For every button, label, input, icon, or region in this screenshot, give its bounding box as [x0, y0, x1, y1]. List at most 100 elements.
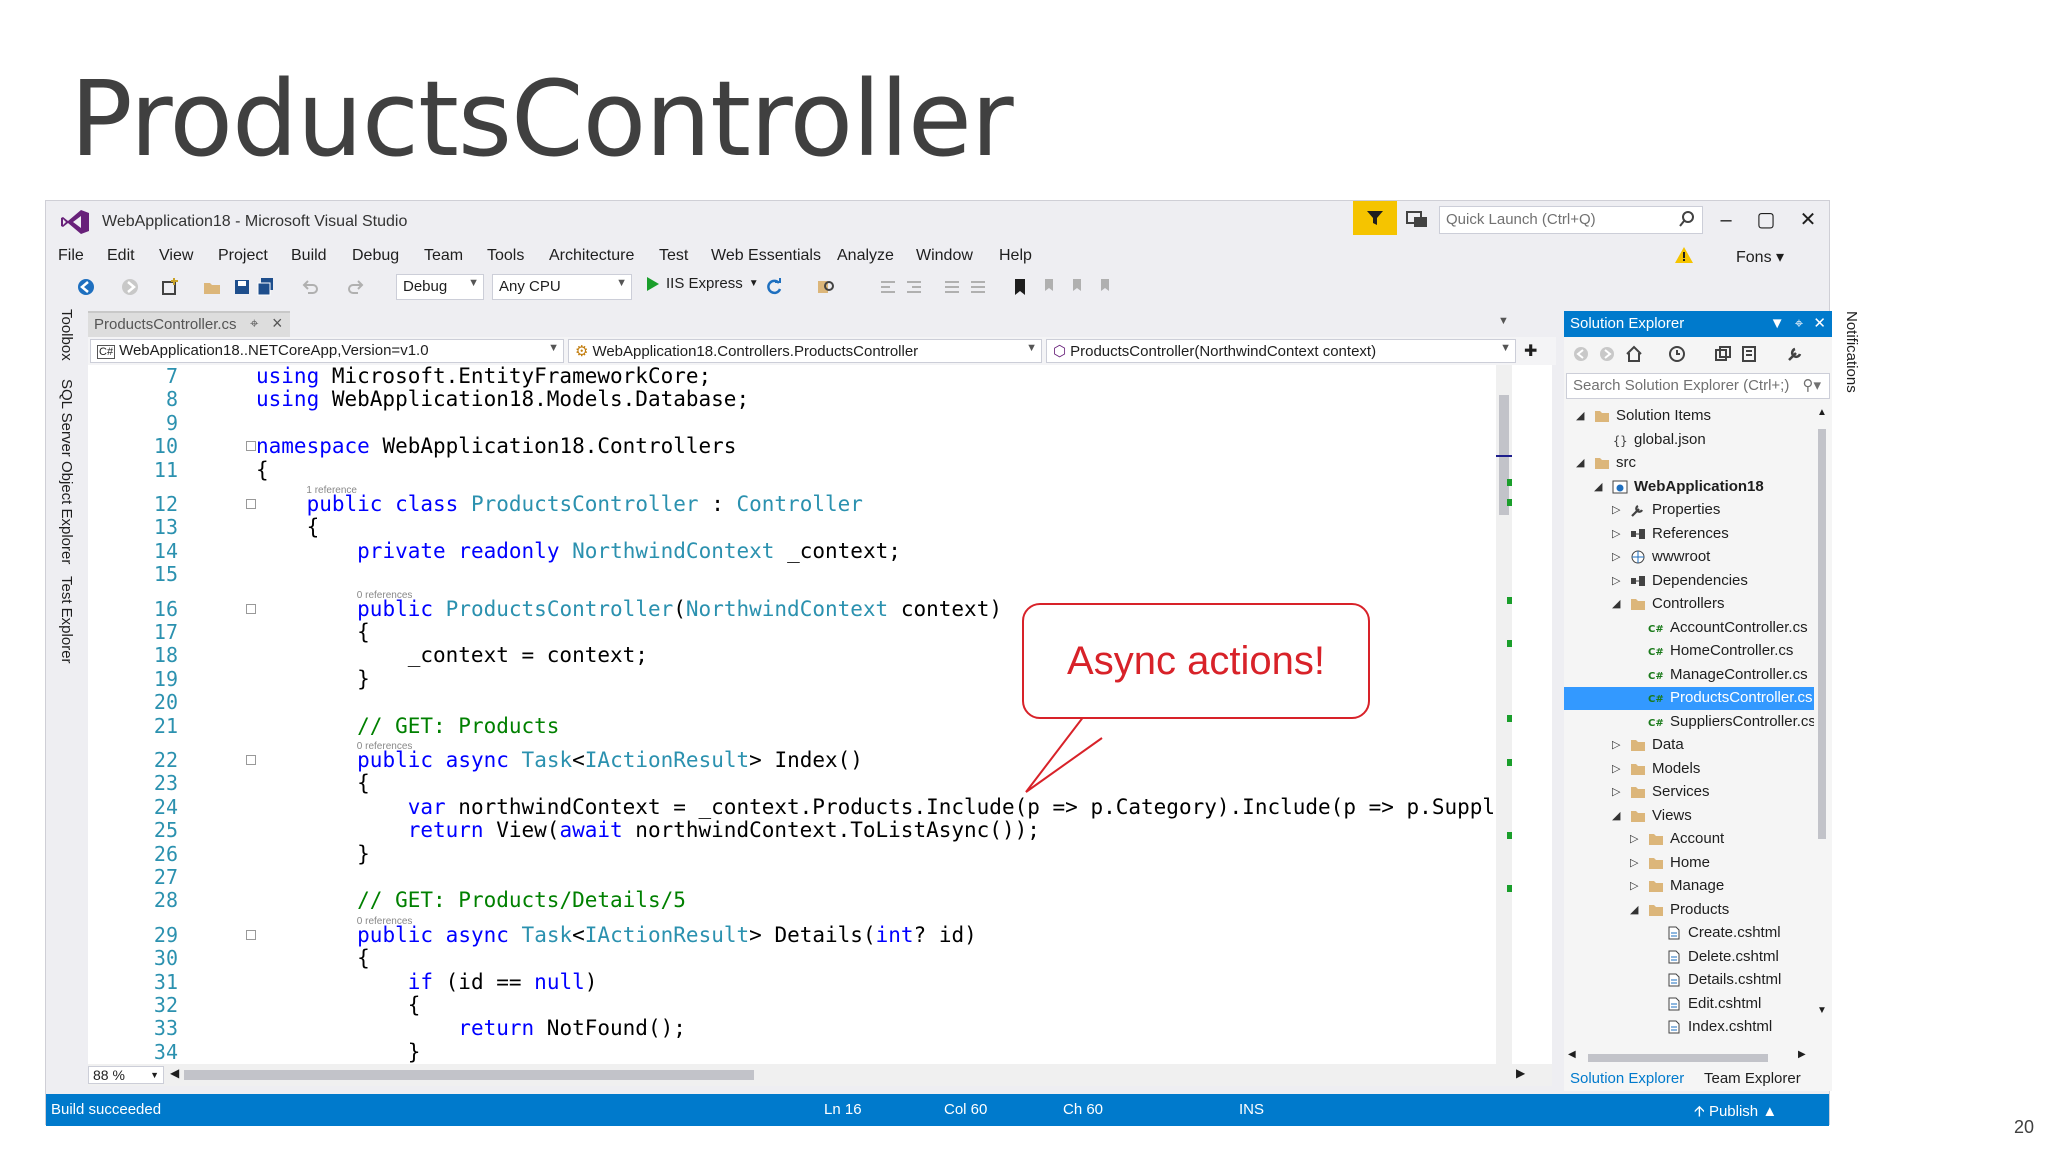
send-feedback-icon[interactable] [1404, 207, 1430, 231]
close-tab-icon[interactable]: × [272, 313, 283, 334]
project-context-select[interactable]: C# WebApplication18..NETCoreApp,Version=v… [90, 339, 564, 363]
comment-icon[interactable] [942, 277, 962, 297]
collapse-arrow-icon[interactable]: ◢ [1612, 597, 1620, 610]
tree-item[interactable]: ◢ Products [1564, 899, 1814, 922]
start-debugging-button[interactable]: IIS Express ▼ [646, 275, 759, 292]
tree-item[interactable]: ◢ src [1564, 452, 1814, 475]
undo-icon[interactable] [300, 277, 320, 297]
menu-debug[interactable]: Debug [352, 247, 399, 265]
menu-edit[interactable]: Edit [107, 247, 135, 265]
scrollbar-thumb[interactable] [1588, 1054, 1768, 1062]
tree-item[interactable]: ▷ Models [1564, 758, 1814, 781]
user-account[interactable]: Fons ▾ [1736, 247, 1784, 267]
menu-tools[interactable]: Tools [487, 247, 524, 265]
navigate-back-icon[interactable] [76, 277, 96, 297]
menu-project[interactable]: Project [218, 247, 268, 265]
menu-team[interactable]: Team [424, 247, 463, 265]
tree-item[interactable]: Delete.cshtml [1564, 946, 1814, 969]
minimize-button[interactable]: – [1706, 205, 1746, 235]
split-window-button[interactable]: ✚ [1524, 341, 1537, 361]
tree-item[interactable]: ▷ Home [1564, 852, 1814, 875]
previous-bookmark-icon[interactable] [1038, 277, 1058, 297]
save-all-icon[interactable] [256, 277, 276, 297]
tree-item[interactable]: ▷ Services [1564, 781, 1814, 804]
menu-file[interactable]: File [58, 247, 84, 265]
notifications-tab[interactable]: Notifications [1843, 311, 1860, 393]
expand-arrow-icon[interactable]: ▷ [1612, 550, 1620, 563]
expand-arrow-icon[interactable]: ▷ [1612, 738, 1620, 751]
menu-build[interactable]: Build [291, 247, 327, 265]
menu-analyze[interactable]: Analyze [837, 247, 894, 265]
expand-arrow-icon[interactable]: ▷ [1612, 785, 1620, 798]
collapse-region-icon[interactable] [246, 755, 256, 765]
collapse-region-icon[interactable] [246, 929, 256, 940]
align-left-icon[interactable] [878, 277, 898, 297]
expand-arrow-icon[interactable]: ▷ [1612, 762, 1620, 775]
publish-button[interactable]: 🡩 Publish ▲ [1694, 1101, 1777, 1126]
tree-item[interactable]: Index.cshtml [1564, 1016, 1814, 1039]
tree-item[interactable]: C# SuppliersController.cs [1564, 711, 1814, 734]
history-icon[interactable] [1668, 345, 1686, 363]
sync-icon[interactable] [1714, 345, 1732, 363]
sql-server-object-explorer-tab[interactable]: SQL Server Object Explorer [58, 379, 75, 564]
tab-overflow-dropdown[interactable]: ▼ [1498, 315, 1509, 327]
tree-item[interactable]: Create.cshtml [1564, 922, 1814, 945]
tree-item[interactable]: ▷ Properties [1564, 499, 1814, 522]
align-right-icon[interactable] [904, 277, 924, 297]
tree-item[interactable]: C# ProductsController.cs [1564, 687, 1814, 710]
scroll-right-icon[interactable]: ▶ [1516, 1066, 1525, 1080]
forward-icon[interactable] [1598, 345, 1616, 363]
open-file-icon[interactable] [202, 277, 222, 297]
tree-item[interactable]: ▷ Manage [1564, 875, 1814, 898]
close-window-button[interactable]: ✕ [1788, 205, 1828, 235]
tree-item[interactable]: ▷ Account [1564, 828, 1814, 851]
editor-vertical-scrollbar[interactable] [1496, 365, 1512, 1064]
show-all-files-icon[interactable] [1740, 345, 1758, 363]
menu-view[interactable]: View [159, 247, 193, 265]
properties-wrench-icon[interactable] [1786, 345, 1804, 363]
save-icon[interactable] [232, 277, 252, 297]
tree-item[interactable]: ◢ WebApplication18 [1564, 476, 1814, 499]
solution-platform-select[interactable]: Any CPU ▼ [492, 274, 632, 300]
menu-help[interactable]: Help [999, 247, 1032, 265]
feedback-filter-button[interactable] [1353, 201, 1397, 235]
collapse-region-icon[interactable] [246, 441, 256, 452]
type-select[interactable]: ⚙ WebApplication18.Controllers.ProductsCo… [568, 339, 1042, 363]
tree-item[interactable]: Details.cshtml [1564, 969, 1814, 992]
solution-explorer-horizontal-scrollbar[interactable]: ◀ ▶ [1564, 1049, 1830, 1067]
expand-arrow-icon[interactable]: ▷ [1612, 503, 1620, 516]
clear-bookmarks-icon[interactable] [1094, 277, 1114, 297]
scroll-up-icon[interactable]: ▲ [1817, 407, 1827, 418]
tree-item[interactable]: ▷ Data [1564, 734, 1814, 757]
solution-explorer-search[interactable]: Search Solution Explorer (Ctrl+;) ⚲▾ [1566, 373, 1830, 399]
horizontal-scrollbar-thumb[interactable] [184, 1070, 754, 1080]
zoom-level-select[interactable]: 88 % ▼ [88, 1066, 164, 1084]
solution-configuration-select[interactable]: Debug ▼ [396, 274, 484, 300]
tree-item[interactable]: ▷ Dependencies [1564, 570, 1814, 593]
scroll-down-icon[interactable]: ▼ [1817, 1005, 1827, 1016]
tree-item[interactable]: ◢ Solution Items [1564, 405, 1814, 428]
member-select[interactable]: ⬡ ProductsController(NorthwindContext con… [1046, 339, 1516, 363]
scroll-left-icon[interactable]: ◀ [1568, 1049, 1576, 1060]
menu-web-essentials[interactable]: Web Essentials [711, 247, 821, 265]
scroll-left-icon[interactable]: ◀ [170, 1066, 179, 1080]
tab-solution-explorer[interactable]: Solution Explorer [1570, 1070, 1684, 1087]
refresh-icon[interactable] [764, 277, 784, 297]
menu-test[interactable]: Test [659, 247, 688, 265]
expand-arrow-icon[interactable]: ▷ [1630, 832, 1638, 845]
menu-architecture[interactable]: Architecture [549, 247, 634, 265]
collapse-arrow-icon[interactable]: ◢ [1630, 903, 1638, 916]
tree-item[interactable]: ▷ wwwroot [1564, 546, 1814, 569]
collapse-arrow-icon[interactable]: ◢ [1594, 480, 1602, 493]
test-explorer-tab[interactable]: Test Explorer [58, 576, 75, 664]
collapse-arrow-icon[interactable]: ◢ [1612, 809, 1620, 822]
expand-arrow-icon[interactable]: ▷ [1630, 879, 1638, 892]
solution-explorer-vertical-scrollbar[interactable]: ▲ ▼ [1814, 405, 1830, 1025]
warning-icon[interactable] [1674, 245, 1694, 265]
tree-item[interactable]: ◢ Controllers [1564, 593, 1814, 616]
quick-launch-input[interactable]: Quick Launch (Ctrl+Q) [1439, 206, 1703, 234]
collapse-arrow-icon[interactable]: ◢ [1576, 409, 1584, 422]
expand-arrow-icon[interactable]: ▷ [1612, 527, 1620, 540]
pin-icon[interactable]: ⌖ [250, 315, 258, 332]
bookmark-icon[interactable] [1010, 277, 1030, 297]
